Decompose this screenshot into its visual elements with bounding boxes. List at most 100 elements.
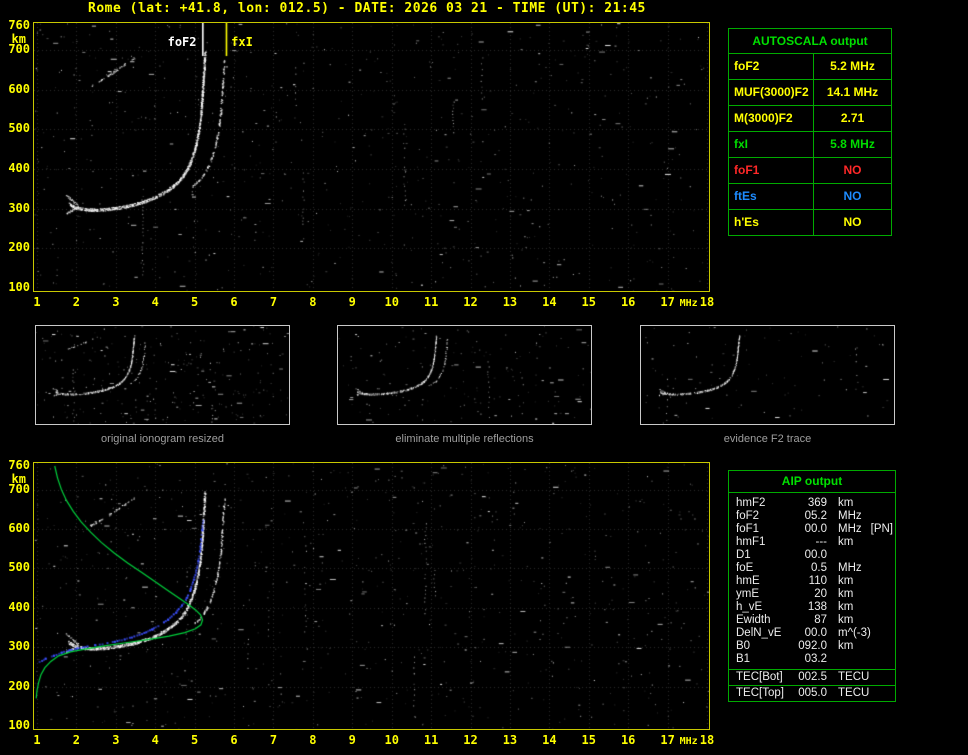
param-label: B0 bbox=[736, 640, 751, 652]
param-label: h_vE bbox=[736, 601, 763, 613]
thumbnail-eliminate-canvas bbox=[338, 326, 591, 424]
y-axis-tick-label: 600 bbox=[8, 81, 30, 96]
table-row: hmF2 369 km bbox=[729, 497, 895, 510]
x-axis-tick-label: 1 bbox=[33, 733, 41, 747]
x-axis-tick-label: 5 bbox=[191, 295, 199, 309]
param-unit: MHz bbox=[838, 562, 862, 574]
param-unit: m^(-3) bbox=[838, 627, 871, 639]
param-value: 87 bbox=[814, 614, 827, 626]
x-axis-tick-label: 18 bbox=[699, 295, 715, 309]
y-axis-tick-label: 100 bbox=[8, 280, 30, 294]
param-value: 14.1 MHz bbox=[826, 85, 879, 99]
thumbnail-evidence-f2 bbox=[640, 325, 895, 425]
y-axis-tick-label: 500 bbox=[8, 560, 30, 575]
table-row: hmF1 --- km bbox=[729, 536, 895, 549]
param-value: 5.2 MHz bbox=[830, 59, 875, 73]
table-row: foF1 NO bbox=[729, 158, 891, 184]
x-axis-tick-label: 11 bbox=[423, 295, 439, 309]
param-value: NO bbox=[843, 189, 862, 203]
x-axis-tick-label: 16 bbox=[620, 295, 636, 309]
table-row: foF1 00.0 MHz [PN] bbox=[729, 523, 895, 536]
param-flag: [PN] bbox=[870, 523, 894, 535]
param-unit: km bbox=[838, 497, 854, 509]
x-axis-tick-label: 10 bbox=[384, 733, 399, 747]
param-unit: km bbox=[838, 614, 854, 626]
x-axis-tick-label: 11 bbox=[423, 733, 439, 747]
param-unit bbox=[827, 653, 838, 666]
param-unit: MHz bbox=[838, 523, 862, 535]
table-row: foE 0.5 MHz bbox=[729, 562, 895, 575]
y-axis-tick-label: 400 bbox=[8, 599, 30, 614]
x-axis-tick-label: 13 bbox=[502, 295, 518, 309]
x-axis-tick-label: 8 bbox=[309, 295, 317, 309]
y-axis-unit-label: km bbox=[11, 472, 26, 486]
autoscala-output-table: AUTOSCALA output foF2 5.2 MHz MUF(3000)F2 1… bbox=[728, 28, 892, 236]
param-value: 5.8 MHz bbox=[830, 137, 875, 151]
y-axis-tick-label: 400 bbox=[8, 160, 30, 175]
profile-canvas bbox=[34, 463, 709, 729]
thumbnail-caption-original: original ionogram resized bbox=[101, 433, 224, 445]
x-axis-tick-label: 9 bbox=[348, 733, 356, 747]
table-row: foF2 05.2 MHz bbox=[729, 510, 895, 523]
y-axis-tick-label: 100 bbox=[8, 718, 30, 732]
table-row: ftEs NO bbox=[729, 184, 891, 210]
autoscala-table-header: AUTOSCALA output bbox=[729, 29, 891, 54]
param-label: D1 bbox=[736, 549, 751, 561]
thumbnail-evidence-canvas bbox=[641, 326, 894, 424]
param-value: 03.2 bbox=[804, 653, 827, 665]
param-value: 00.0 bbox=[804, 627, 827, 639]
y-axis-tick-label: 200 bbox=[8, 240, 30, 255]
param-label: fxI bbox=[729, 132, 814, 157]
x-axis-tick-label: 12 bbox=[463, 295, 478, 309]
param-label: DelN_vE bbox=[736, 627, 782, 639]
param-label: MUF(3000)F2 bbox=[729, 80, 814, 105]
y-axis-tick-label: 300 bbox=[8, 639, 30, 654]
aip-table-body: hmF2 369 km foF2 05.2 MHz foF1 00.0 MHz [PN] hmF1 -… bbox=[729, 493, 895, 669]
x-axis-tick-label: 1 bbox=[33, 295, 41, 309]
param-unit: km bbox=[838, 575, 854, 587]
param-label: ftEs bbox=[729, 184, 814, 209]
param-label: foE bbox=[736, 562, 754, 574]
x-axis-tick-label: 16 bbox=[620, 733, 636, 747]
x-axis-tick-label: 10 bbox=[384, 295, 399, 309]
table-row: DelN_vE 00.0 m^(-3) bbox=[729, 627, 895, 640]
table-row: B0 092.0 km bbox=[729, 640, 895, 653]
x-axis-tick-label: 2 bbox=[72, 733, 81, 747]
table-row: foF2 5.2 MHz bbox=[729, 54, 891, 80]
y-axis-tick-label: 600 bbox=[8, 521, 30, 536]
x-axis-tick-label: 6 bbox=[230, 733, 238, 747]
x-axis-tick-label: 17 bbox=[660, 733, 675, 747]
x-axis-unit-label: MHz bbox=[679, 736, 698, 747]
x-axis-tick-label: 2 bbox=[72, 295, 81, 309]
param-unit: MHz bbox=[838, 510, 862, 522]
x-axis-tick-label: 14 bbox=[542, 295, 557, 309]
x-axis-tick-label: 15 bbox=[581, 733, 596, 747]
x-axis-tick-label: 5 bbox=[191, 733, 199, 747]
y-axis-tick-label: 500 bbox=[8, 121, 30, 136]
table-row: B1 03.2 bbox=[729, 653, 895, 666]
table-row: TEC[Bot] 002.5 TECU bbox=[729, 669, 895, 685]
table-row: MUF(3000)F2 14.1 MHz bbox=[729, 80, 891, 106]
param-value: --- bbox=[815, 536, 828, 548]
station-title: Rome (lat: +41.8, lon: 012.5) - DATE: 20… bbox=[88, 1, 646, 16]
thumbnail-eliminate-reflections bbox=[337, 325, 592, 425]
param-label: M(3000)F2 bbox=[729, 106, 814, 131]
param-value: NO bbox=[843, 215, 862, 229]
table-row: Ewidth 87 km bbox=[729, 614, 895, 627]
param-value: 092.0 bbox=[798, 640, 827, 652]
x-axis-tick-label: 4 bbox=[151, 733, 159, 747]
x-axis-tick-label: 7 bbox=[269, 733, 278, 747]
param-label: foF2 bbox=[736, 510, 760, 522]
x-axis-tick-label: 8 bbox=[309, 733, 317, 747]
table-row: h'Es NO bbox=[729, 210, 891, 235]
thumbnail-original-canvas bbox=[36, 326, 289, 424]
y-axis-tick-label: 760 bbox=[8, 18, 30, 32]
param-value: 005.0 bbox=[798, 687, 827, 699]
aip-tec-rows: TEC[Bot] 002.5 TECU TEC[Top] 005.0 TECU bbox=[729, 669, 895, 701]
y-axis-tick-label: 300 bbox=[8, 200, 30, 215]
y-axis-tick-label: 760 bbox=[8, 458, 30, 472]
aip-output-table: AIP output hmF2 369 km foF2 05.2 MHz foF1 00.0 M… bbox=[728, 470, 896, 702]
table-row: ymE 20 km bbox=[729, 588, 895, 601]
ionogram-plot bbox=[33, 22, 710, 292]
x-axis-tick-label: 3 bbox=[112, 733, 120, 747]
